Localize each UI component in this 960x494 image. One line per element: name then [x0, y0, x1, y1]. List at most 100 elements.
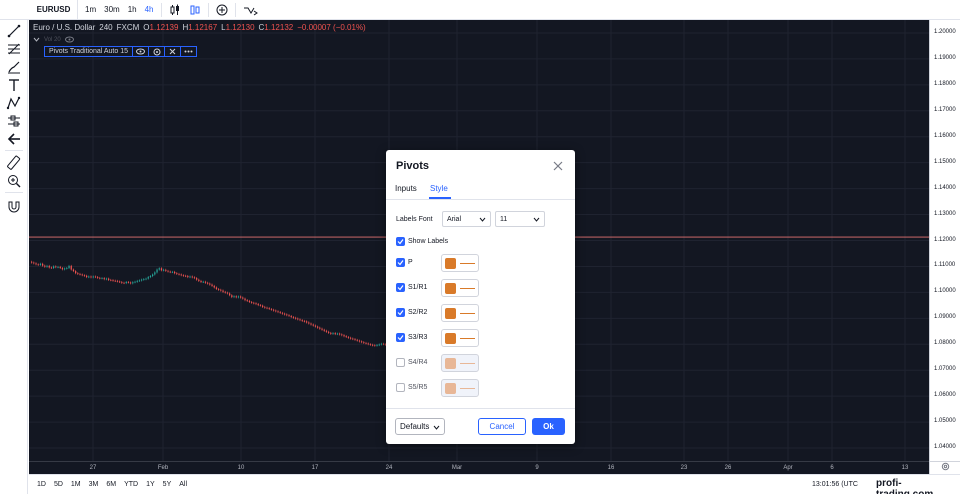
candle [125, 282, 127, 284]
axis-settings[interactable] [929, 461, 960, 474]
candle [233, 296, 235, 298]
timeframe-button[interactable]: 1m [81, 5, 100, 14]
candle [101, 278, 103, 279]
compare-icon[interactable] [242, 3, 260, 17]
time-label: 10 [237, 465, 245, 471]
candles-icon[interactable] [168, 3, 182, 17]
time-axis[interactable]: 27 Feb 10 17 24 Mar 9 16 23 26 Apr 6 13 [29, 461, 929, 474]
more-icon[interactable] [180, 47, 196, 56]
check-icon [397, 260, 404, 266]
candle [264, 306, 266, 308]
color-swatch [445, 283, 456, 294]
text-icon[interactable] [6, 77, 22, 93]
candle [77, 273, 79, 274]
level-color-picker[interactable] [441, 279, 479, 297]
defaults-dropdown[interactable]: Defaults [395, 418, 445, 435]
candle [372, 344, 374, 346]
level-checkbox[interactable] [396, 358, 405, 367]
level-label: S2/R2 [408, 309, 428, 316]
defaults-label: Defaults [400, 422, 430, 431]
time-label: 23 [680, 465, 688, 471]
range-button[interactable]: 3M [85, 481, 103, 488]
close-icon[interactable] [552, 160, 564, 172]
candle [367, 343, 369, 345]
top-toolbar: EURUSD 1m 30m 1h 4h [0, 0, 960, 20]
ruler-icon[interactable] [6, 155, 22, 171]
price-label: 1.10000 [934, 288, 956, 295]
eye-icon[interactable] [64, 36, 74, 45]
bar-style-icon[interactable] [188, 3, 202, 17]
range-button[interactable]: 5D [50, 481, 67, 488]
candle [378, 344, 380, 346]
forecast-icon[interactable] [6, 113, 22, 129]
candle [288, 315, 290, 317]
pivot-indicator-legend[interactable]: Pivots Traditional Auto 15 [44, 46, 197, 57]
price-label: 1.11000 [934, 262, 956, 269]
level-label: S4/R4 [408, 359, 428, 366]
fib-icon[interactable] [6, 41, 22, 57]
candle [268, 308, 270, 310]
candle [55, 266, 57, 268]
candle [112, 280, 114, 281]
timeframe-button[interactable]: 30m [100, 5, 124, 14]
magnet-icon[interactable] [6, 198, 22, 214]
trend-line-icon[interactable] [6, 23, 22, 39]
drawing-toolbar [0, 0, 28, 494]
chevron-down-icon[interactable] [33, 36, 40, 45]
candle [246, 300, 248, 301]
add-indicator-icon[interactable] [215, 3, 229, 17]
tab-inputs[interactable]: Inputs [395, 184, 417, 193]
font-family-select[interactable]: Arial [442, 211, 491, 227]
font-size-select[interactable]: 11 [495, 211, 545, 227]
zoom-icon[interactable] [6, 173, 22, 189]
candle [154, 272, 156, 275]
ok-button[interactable]: Ok [532, 418, 565, 435]
range-button[interactable]: All [175, 481, 191, 488]
candle [110, 279, 112, 281]
range-button[interactable]: 1Y [142, 481, 159, 488]
clock[interactable]: 13:01:56 (UTC [812, 481, 858, 488]
show-labels-checkbox[interactable] [396, 237, 405, 246]
tab-style[interactable]: Style [430, 184, 448, 193]
candle [332, 333, 334, 334]
level-color-picker[interactable] [441, 254, 479, 272]
candle [237, 296, 240, 298]
level-checkbox[interactable] [396, 383, 405, 392]
level-color-picker[interactable] [441, 354, 479, 372]
candle [383, 343, 385, 345]
candle [275, 310, 277, 312]
level-checkbox[interactable] [396, 333, 405, 342]
range-button[interactable]: 1M [67, 481, 85, 488]
close-icon[interactable] [164, 47, 180, 56]
range-button[interactable]: YTD [120, 481, 142, 488]
cancel-button[interactable]: Cancel [478, 418, 526, 435]
level-color-picker[interactable] [441, 329, 479, 347]
level-label: S5/R5 [408, 384, 428, 391]
pattern-icon[interactable] [6, 95, 22, 111]
candle [48, 265, 50, 268]
candle [70, 265, 72, 270]
range-button[interactable]: 5Y [159, 481, 176, 488]
brush-icon[interactable] [6, 59, 22, 75]
timeframe-button[interactable]: 4h [141, 5, 158, 14]
line-style-preview [460, 338, 475, 339]
time-label: Feb [157, 465, 169, 471]
candle [103, 278, 105, 280]
level-color-picker[interactable] [441, 304, 479, 322]
level-checkbox[interactable] [396, 283, 405, 292]
symbol-search[interactable]: EURUSD [30, 0, 78, 20]
range-button[interactable]: 6M [102, 481, 120, 488]
level-color-picker[interactable] [441, 379, 479, 397]
settings-icon[interactable] [148, 47, 164, 56]
level-checkbox[interactable] [396, 308, 405, 317]
price-axis[interactable]: 1.20000 1.19000 1.18000 1.17000 1.16000 1.150… [929, 20, 960, 461]
gear-icon[interactable] [941, 462, 950, 474]
candle [209, 283, 211, 285]
level-checkbox[interactable] [396, 258, 405, 267]
eye-icon[interactable] [132, 47, 148, 56]
candle [176, 273, 178, 274]
level-label: P [408, 259, 413, 266]
timeframe-button[interactable]: 1h [124, 5, 141, 14]
range-button[interactable]: 1D [33, 481, 50, 488]
back-arrow-icon[interactable] [6, 131, 22, 147]
